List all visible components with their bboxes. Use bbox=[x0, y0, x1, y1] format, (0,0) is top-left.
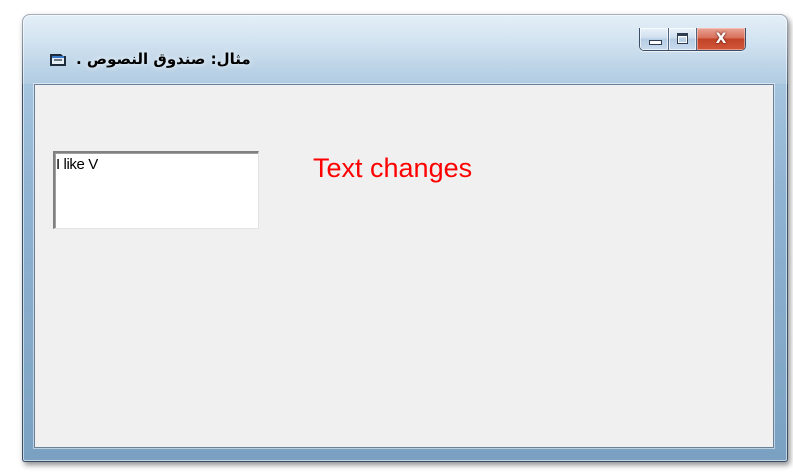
maximize-icon bbox=[677, 33, 688, 44]
app-window: مثال: صندوق النصوص . X I like V Text cha… bbox=[22, 14, 788, 462]
maximize-button[interactable] bbox=[669, 28, 697, 50]
status-label: Text changes bbox=[313, 153, 473, 183]
window-title: مثال: صندوق النصوص . bbox=[76, 50, 251, 68]
form-client-area: I like V Text changes bbox=[34, 84, 774, 448]
minimize-icon bbox=[649, 40, 662, 45]
form-icon bbox=[48, 52, 68, 68]
close-button[interactable]: X bbox=[697, 28, 745, 50]
title-bar[interactable]: مثال: صندوق النصوص . X bbox=[22, 14, 788, 84]
text-input[interactable]: I like V bbox=[53, 151, 259, 229]
close-icon: X bbox=[715, 31, 727, 47]
minimize-button[interactable] bbox=[640, 28, 669, 50]
caption-buttons: X bbox=[639, 28, 746, 51]
